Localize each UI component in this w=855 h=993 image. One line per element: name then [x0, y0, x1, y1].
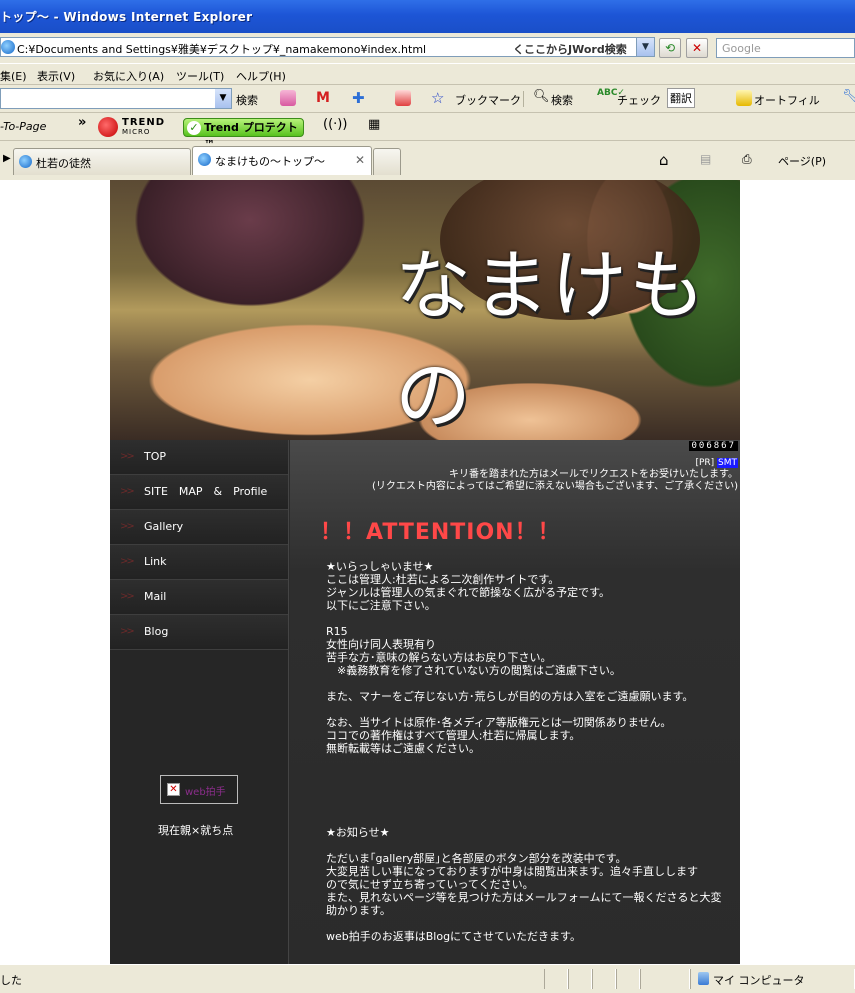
toolbar-google: ▼ 検索 M ✚ ☆ ブックマーク 🔍︎ 検索 ABC✓ チェック 翻訳 オート… — [0, 85, 855, 113]
nav-sitemap-profile[interactable]: >> SITE MAP & Profile — [110, 475, 288, 510]
toolbar-trend: -To-Page » TREND MICRO ✓ Trend プロテクト™ ((·)… — [0, 113, 855, 151]
kiriban-notice: キリ番を踏まれた方はメールでリクエストをお受けいたします。 (リクエスト内容によ… — [371, 469, 738, 492]
trend-protect-button[interactable]: ✓ Trend プロテクト™ — [183, 118, 304, 151]
status-bar: した マイ コンピュータ — [0, 964, 855, 993]
tab-label: なまけもの〜トップ〜 — [215, 155, 325, 168]
arrow-icon: >> — [120, 521, 135, 532]
settings-wrench-icon[interactable]: 🔧︎ — [842, 89, 855, 104]
menu-favorites[interactable]: お気に入り(A) — [93, 68, 164, 84]
plus-icon[interactable]: ✚ — [352, 89, 365, 107]
google-search-input[interactable]: Google — [716, 38, 855, 58]
address-row: C:¥Documents and Settings¥雅美¥デスクトップ¥_nam… — [0, 35, 855, 59]
site-body: >> TOP >> SITE MAP & Profile >> Gallery >> L… — [110, 440, 740, 964]
arrow-icon: >> — [120, 556, 135, 567]
title-bar: トップ〜 - Windows Internet Explorer — [0, 0, 855, 33]
toolbar-separator — [523, 91, 524, 107]
web-clap-label[interactable]: web拍手 — [185, 783, 226, 798]
tab-namakemono[interactable]: なまけもの〜トップ〜 ✕ — [192, 146, 372, 175]
new-tab-button[interactable] — [373, 148, 401, 175]
to-page-button[interactable]: -To-Page — [0, 120, 46, 133]
window-title: トップ〜 - Windows Internet Explorer — [0, 10, 253, 24]
highlight-icon[interactable] — [280, 90, 296, 106]
bookmark-star-icon[interactable]: ☆ — [431, 89, 444, 107]
menu-view[interactable]: 表示(V) — [37, 68, 75, 84]
toolbar-search-button[interactable]: 検索 — [236, 92, 258, 108]
news-text: ★お知らせ★ ただいま｢gallery部屋｣と各部屋のボタン部分を改装中です。 … — [326, 826, 722, 943]
menu-edit[interactable]: 集(E) — [0, 68, 27, 84]
status-pane — [568, 969, 592, 989]
nav-blog[interactable]: >> Blog — [110, 615, 288, 650]
address-url[interactable]: C:¥Documents and Settings¥雅美¥デスクトップ¥_nam… — [17, 41, 426, 57]
autofill-icon — [736, 90, 752, 106]
menu-bar: 集(E) 表示(V) お気に入り(A) ツール(T) ヘルプ(H) — [0, 63, 855, 85]
status-pane — [616, 969, 640, 989]
chevron-more-icon[interactable]: » — [78, 115, 86, 130]
site-main-content: 006867 [PR] SMT キリ番を踏まれた方はメールでリクエストをお受けい… — [290, 440, 740, 964]
check-icon: ✓ — [187, 121, 201, 135]
nav-top[interactable]: >> TOP — [110, 440, 288, 475]
address-bar[interactable]: C:¥Documents and Settings¥雅美¥デスクトップ¥_nam… — [0, 37, 655, 57]
rss-reader-icon[interactable]: ((·)) — [323, 117, 347, 132]
tab-label: 杜若の徒然 — [36, 157, 91, 170]
browser-chrome: C:¥Documents and Settings¥雅美¥デスクトップ¥_nam… — [0, 33, 855, 180]
arrow-icon: >> — [120, 451, 135, 462]
tab-tsurezure[interactable]: 杜若の徒然 — [13, 148, 191, 175]
popup-blocker-icon[interactable] — [395, 90, 411, 106]
nav-mail[interactable]: >> Mail — [110, 580, 288, 615]
autofill-button[interactable]: オートフィル — [754, 92, 820, 108]
tab-list-chevron-icon[interactable]: ▶ — [3, 153, 11, 164]
ie-page-icon — [198, 153, 211, 166]
arrow-icon: >> — [120, 486, 135, 497]
trend-micro-logo — [98, 117, 118, 137]
keyboard-icon[interactable]: ▦ — [368, 117, 380, 132]
menu-help[interactable]: ヘルプ(H) — [236, 68, 286, 84]
nav-link[interactable]: >> Link — [110, 545, 288, 580]
combo-dropdown-icon[interactable]: ▼ — [215, 89, 231, 108]
print-icon[interactable]: ⎙ — [742, 152, 752, 167]
translate-label: 翻訳 — [670, 92, 692, 105]
jword-search-label: くここからJWord検索 — [513, 43, 627, 56]
trend-micro-wordmark: TREND MICRO — [122, 117, 166, 137]
ie-page-icon — [19, 155, 32, 168]
status-text: した — [0, 974, 22, 987]
access-counter: 006867 — [689, 441, 738, 451]
page-menu-button[interactable]: ページ(P) — [778, 153, 826, 169]
site-title-logo: なまけもの — [395, 241, 707, 440]
check-button[interactable]: チェック — [617, 92, 661, 108]
refresh-icon[interactable]: ⟲ — [659, 38, 681, 58]
web-clap-button[interactable]: ✕ web拍手 — [160, 775, 238, 804]
page-viewport: なまけもの >> TOP >> SITE MAP & Profile >> Galle… — [0, 180, 855, 964]
welcome-text: ★いらっしゃいませ★ ここは管理人:杜若による二次創作サイトです。 ジャンルは管… — [326, 560, 694, 755]
stop-icon[interactable]: ✕ — [686, 38, 708, 58]
search-icon: 🔍︎ — [533, 89, 550, 104]
pr-link[interactable]: SMT — [717, 458, 738, 468]
broken-image-icon: ✕ — [167, 783, 180, 796]
status-pane — [544, 969, 568, 989]
nav-gallery[interactable]: >> Gallery — [110, 510, 288, 545]
close-tab-icon[interactable]: ✕ — [355, 153, 365, 167]
pr-ad: [PR] SMT — [695, 458, 738, 468]
attention-heading: ！！ATTENTION！！ — [320, 520, 561, 545]
toolbar-search-combo[interactable]: ▼ — [0, 88, 232, 109]
feeds-icon[interactable]: ▤ — [700, 152, 711, 166]
arrow-icon: >> — [120, 591, 135, 602]
site-status-text: 現在親×就ち点 — [158, 824, 234, 837]
menu-tools[interactable]: ツール(T) — [176, 68, 224, 84]
search2-button[interactable]: 検索 — [551, 92, 573, 108]
address-dropdown-icon[interactable]: ▼ — [636, 38, 654, 56]
status-pane — [592, 969, 616, 989]
my-computer-icon — [698, 972, 709, 985]
bookmark-button[interactable]: ブックマーク — [455, 92, 521, 108]
header-banner: なまけもの — [110, 180, 740, 440]
status-pane — [640, 969, 690, 989]
security-zone-label: マイ コンピュータ — [713, 974, 805, 987]
site-sidebar: >> TOP >> SITE MAP & Profile >> Gallery >> L… — [110, 440, 289, 964]
arrow-icon: >> — [120, 626, 135, 637]
home-icon[interactable]: ⌂ — [659, 151, 669, 169]
translate-button[interactable]: 翻訳 — [667, 88, 695, 108]
ie-page-icon — [1, 40, 15, 54]
gmail-icon[interactable]: M — [316, 90, 330, 106]
tab-bar: ▶ 杜若の徒然 なまけもの〜トップ〜 ✕ ⌂ ▤ ⎙ ページ(P) — [0, 144, 855, 176]
